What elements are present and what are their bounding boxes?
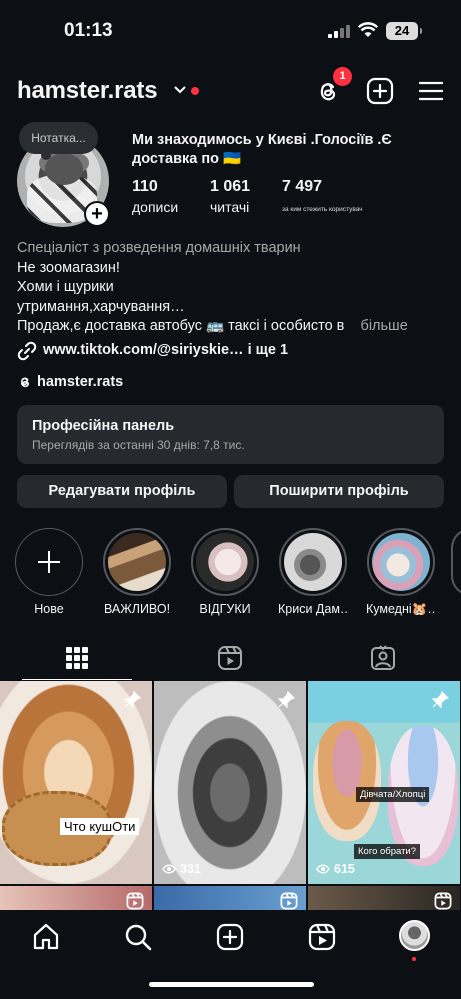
posts-grid: Что кушОти 331 Дівчата/Хлопці Кого обрат… — [0, 681, 461, 931]
highlight-cover — [284, 533, 342, 591]
tab-tagged[interactable] — [308, 640, 461, 680]
stat-value: 7 497 — [282, 178, 323, 195]
wifi-icon — [358, 22, 378, 37]
highlight-label: ВАЖЛИВО! — [103, 602, 171, 616]
bio-line: Хоми і щурики — [17, 279, 114, 295]
threads-icon — [20, 377, 29, 388]
reel-icon — [434, 892, 452, 910]
highlight-item[interactable]: Кумедні🐹… — [366, 528, 436, 617]
post-tile[interactable]: Дівчата/Хлопці Кого обрати? 615 — [308, 681, 460, 884]
add-story-button[interactable]: + — [84, 201, 110, 227]
highlight-label: Нове — [34, 602, 64, 616]
threads-handle: hamster.rats — [37, 374, 124, 390]
post-tile[interactable]: Что кушОти — [0, 681, 152, 884]
tab-reels[interactable] — [154, 640, 308, 680]
profile-bio: Спеціаліст з розведення домашніх тварин … — [17, 239, 447, 337]
chevron-down-icon[interactable] — [172, 83, 188, 97]
create-post-icon[interactable] — [215, 922, 245, 952]
battery-indicator: 24 — [386, 22, 422, 40]
bio-more-link[interactable]: більше — [361, 318, 408, 334]
link-icon — [17, 341, 37, 361]
view-count-value: 331 — [180, 862, 201, 876]
pin-icon — [277, 690, 296, 709]
professional-dashboard[interactable]: Професійна панель Переглядів за останні … — [17, 405, 444, 464]
view-count: 331 — [162, 862, 201, 876]
tagged-icon — [371, 645, 395, 670]
signal-icon — [328, 25, 350, 38]
bio-line: Продаж,є доставка автобус 🚌 таксі і особ… — [17, 318, 345, 334]
pin-icon — [123, 690, 142, 709]
profile-full-name: Ми знаходимось у Києві .Голосіїв .Є дост… — [132, 132, 392, 167]
note-bubble[interactable]: Нотатка... — [19, 122, 98, 160]
post-caption: Что кушОти — [60, 818, 140, 835]
eye-icon — [316, 864, 330, 874]
link-text[interactable]: www.tiktok.com/@siriyskie… і ще 1 — [43, 342, 288, 358]
reels-icon — [218, 646, 242, 670]
pin-icon — [431, 690, 450, 709]
notification-dot — [191, 87, 199, 95]
highlight-cover — [108, 533, 166, 591]
eye-icon — [162, 864, 176, 874]
create-post-icon[interactable] — [365, 76, 395, 106]
share-profile-button[interactable]: Поширити профіль — [234, 475, 444, 508]
hamster-figure — [313, 721, 381, 841]
profile-nav-avatar[interactable] — [399, 920, 430, 951]
stat-value: 110 — [132, 178, 158, 195]
notification-dot — [412, 957, 416, 961]
new-highlight-circle — [15, 528, 83, 596]
home-icon[interactable] — [31, 922, 61, 952]
highlight-label: Кумедні🐹… — [366, 602, 436, 616]
highlight-label: ВІДГУКИ — [199, 602, 251, 616]
plus-icon: + — [86, 203, 108, 225]
highlight-label: Криси Дам… — [278, 602, 348, 616]
pro-panel-title: Професійна панель — [32, 418, 175, 434]
highlight-item-partial[interactable] — [451, 528, 461, 596]
menu-icon[interactable] — [416, 76, 446, 106]
bio-line: Не зоомагазин! — [17, 259, 120, 276]
highlight-item[interactable]: ВАЖЛИВО! — [102, 528, 172, 616]
highlight-item[interactable]: ВІДГУКИ — [190, 528, 260, 616]
highlight-new[interactable]: Нове — [14, 528, 84, 616]
account-switcher-username[interactable]: hamster.rats — [17, 77, 158, 105]
status-bar: 01:13 24 — [0, 0, 461, 62]
stat-label: читачі — [210, 199, 250, 215]
threads-badge: 1 — [333, 67, 352, 86]
post-tile[interactable]: 331 — [154, 681, 306, 884]
pro-panel-subtitle: Переглядів за останні 30 днів: 7,8 тис. — [32, 438, 245, 452]
home-indicator — [149, 982, 314, 987]
reels-icon[interactable] — [307, 922, 337, 952]
view-count: 615 — [316, 862, 355, 876]
stat-label: дописи — [132, 199, 179, 215]
bio-line: утримання,харчування… — [17, 298, 185, 315]
grid-icon — [66, 647, 88, 669]
stat-following[interactable]: 7 497 за ким стежить користувач — [282, 178, 363, 213]
reel-icon — [280, 892, 298, 910]
post-sticker: Кого обрати? — [354, 844, 421, 859]
view-count-value: 615 — [334, 862, 355, 876]
highlight-item[interactable]: Криси Дам… — [278, 528, 348, 616]
edit-profile-button[interactable]: Редагувати профіль — [17, 475, 227, 508]
reel-icon — [126, 892, 144, 910]
stat-followers[interactable]: 1 061 читачі — [210, 178, 250, 215]
profile-tabs — [0, 640, 461, 680]
post-sticker: Дівчата/Хлопці — [356, 787, 430, 802]
bio-category: Спеціаліст з розведення домашніх тварин — [17, 240, 301, 256]
profile-header: hamster.rats 1 — [0, 67, 461, 114]
tab-grid[interactable] — [0, 640, 154, 680]
stat-posts[interactable]: 110 дописи — [132, 178, 178, 215]
stat-label: за ким стежить користувач — [282, 206, 363, 213]
search-icon[interactable] — [123, 922, 153, 952]
highlight-cover — [372, 533, 430, 591]
plus-icon — [38, 551, 60, 573]
stat-value: 1 061 — [210, 178, 251, 195]
status-time: 01:13 — [64, 20, 113, 41]
highlight-cover — [196, 533, 254, 591]
